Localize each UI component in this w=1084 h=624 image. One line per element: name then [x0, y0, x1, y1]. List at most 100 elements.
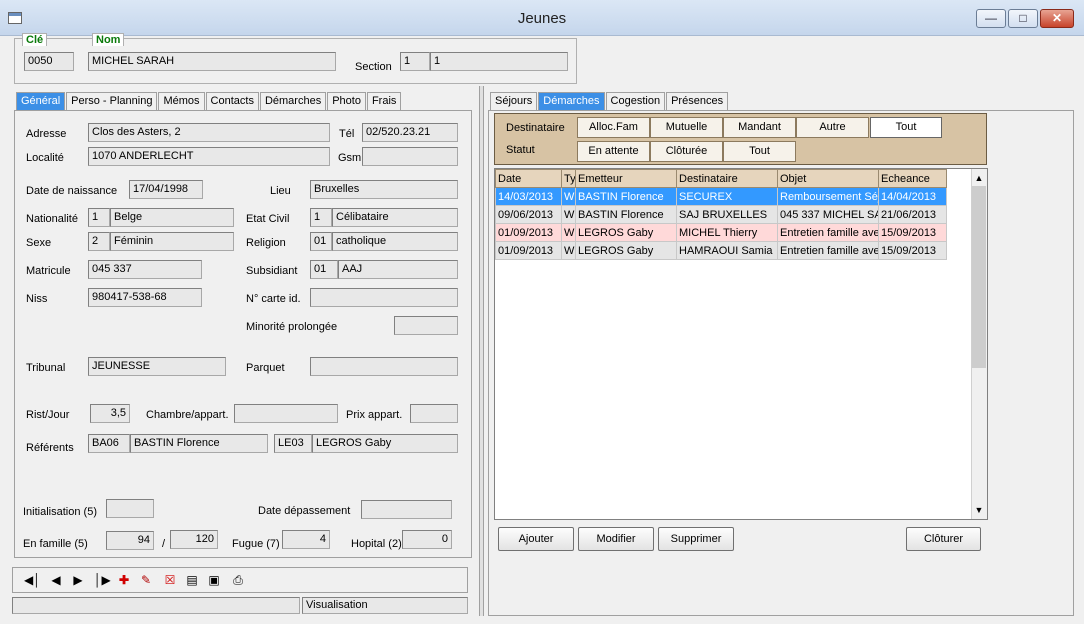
tab-perso-planning[interactable]: Perso - Planning	[66, 92, 158, 110]
famille-days-field[interactable]: 94	[106, 531, 154, 550]
tab-demarches-right[interactable]: Démarches	[538, 92, 605, 110]
delete-button[interactable]: Supprimer	[658, 527, 734, 551]
chambre-field[interactable]	[234, 404, 338, 423]
status-mode: Visualisation	[302, 597, 468, 614]
tab-contacts[interactable]: Contacts	[205, 92, 259, 110]
prix-field[interactable]	[410, 404, 458, 423]
minimize-button[interactable]: —	[976, 9, 1006, 28]
sexe-field[interactable]: Féminin	[110, 232, 234, 251]
column-header-type[interactable]: Ty	[561, 169, 576, 188]
delete-record-icon[interactable]: ☒	[162, 572, 178, 588]
depassement-label: Date dépassement	[258, 505, 351, 517]
localite-field[interactable]: 1070 ANDERLECHT	[88, 147, 330, 166]
scrollbar-thumb[interactable]	[972, 186, 986, 368]
previous-record-icon[interactable]: ◀	[48, 572, 64, 588]
subsidiant-field[interactable]: AAJ	[338, 260, 458, 279]
section-field[interactable]: 1	[430, 52, 568, 71]
referent1-name-field[interactable]: BASTIN Florence	[130, 434, 268, 453]
adresse-field[interactable]: Clos des Asters, 2	[88, 123, 330, 142]
nom-field[interactable]: MICHEL SARAH	[88, 52, 336, 71]
column-header-objet[interactable]: Objet	[777, 169, 879, 188]
last-record-icon[interactable]: │▶	[94, 572, 111, 588]
init-field[interactable]	[106, 499, 154, 518]
subsidiant-code-field[interactable]: 01	[310, 260, 338, 279]
tel-field[interactable]: 02/520.23.21	[362, 123, 458, 142]
religion-code-field[interactable]: 01	[310, 232, 332, 251]
search-icon[interactable]: ▣	[206, 572, 222, 588]
next-record-icon[interactable]: ▶	[70, 572, 86, 588]
column-header-echeance[interactable]: Echeance	[878, 169, 947, 188]
minorite-field[interactable]	[394, 316, 458, 335]
filter-alloc-fam-button[interactable]: Alloc.Fam	[577, 117, 650, 138]
scroll-up-icon[interactable]: ▲	[971, 170, 987, 186]
nationalite-field[interactable]: Belge	[110, 208, 234, 227]
gsm-field[interactable]	[362, 147, 458, 166]
edit-button[interactable]: Modifier	[578, 527, 654, 551]
filter-mutuelle-button[interactable]: Mutuelle	[650, 117, 723, 138]
filter-cloturee-button[interactable]: Clôturée	[650, 141, 723, 162]
tab-demarches[interactable]: Démarches	[259, 92, 327, 110]
table-row[interactable]: 09/06/2013 W BASTIN Florence SAJ BRUXELL…	[495, 205, 947, 224]
cell-type: W	[561, 241, 576, 260]
naissance-field[interactable]: 17/04/1998	[129, 180, 203, 199]
famille-total-field[interactable]: 120	[170, 530, 218, 549]
cell-type: W	[561, 205, 576, 224]
section-code-field[interactable]: 1	[400, 52, 430, 71]
tab-sejours[interactable]: Séjours	[490, 92, 538, 110]
referent2-code-field[interactable]: LE03	[274, 434, 312, 453]
fugue-field[interactable]: 4	[282, 530, 330, 549]
list-view-icon[interactable]: ▤	[184, 572, 200, 588]
destinataire-label: Destinataire	[506, 122, 565, 134]
religion-label: Religion	[246, 237, 286, 249]
tribunal-field[interactable]: JEUNESSE	[88, 357, 226, 376]
tab-cogestion[interactable]: Cogestion	[605, 92, 666, 110]
filter-en-attente-button[interactable]: En attente	[577, 141, 650, 162]
column-header-emetteur[interactable]: Emetteur	[575, 169, 677, 188]
depassement-field[interactable]	[361, 500, 452, 519]
matricule-field[interactable]: 045 337	[88, 260, 202, 279]
filter-destinataire-tout-button[interactable]: Tout	[870, 117, 942, 138]
column-header-date[interactable]: Date	[495, 169, 562, 188]
add-record-icon[interactable]: ✚	[116, 572, 132, 588]
sexe-label: Sexe	[26, 237, 52, 249]
lieu-field[interactable]: Bruxelles	[310, 180, 458, 199]
filter-mandant-button[interactable]: Mandant	[723, 117, 796, 138]
demarches-table: Date Ty Emetteur Destinataire Objet Eche…	[495, 169, 947, 260]
niss-field[interactable]: 980417-538-68	[88, 288, 202, 307]
hopital-field[interactable]: 0	[402, 530, 452, 549]
referent1-code-field[interactable]: BA06	[88, 434, 130, 453]
sexe-code-field[interactable]: 2	[88, 232, 110, 251]
add-button[interactable]: Ajouter	[498, 527, 574, 551]
tab-presences[interactable]: Présences	[666, 92, 729, 110]
maximize-button[interactable]: □	[1008, 9, 1038, 28]
parquet-field[interactable]	[310, 357, 458, 376]
splitter[interactable]	[479, 86, 484, 616]
close-button[interactable]: ✕	[1040, 9, 1074, 28]
table-row[interactable]: 01/09/2013 W LEGROS Gaby HAMRAOUI Samia …	[495, 241, 947, 260]
cle-field[interactable]: 0050	[24, 52, 74, 71]
left-tabs: Général Perso - Planning Mémos Contacts …	[16, 92, 402, 110]
filter-autre-button[interactable]: Autre	[796, 117, 869, 138]
tab-photo[interactable]: Photo	[327, 92, 366, 110]
print-icon[interactable]: ⎙	[230, 572, 246, 588]
carte-field[interactable]	[310, 288, 458, 307]
referent2-name-field[interactable]: LEGROS Gaby	[312, 434, 458, 453]
religion-field[interactable]: catholique	[332, 232, 458, 251]
scroll-down-icon[interactable]: ▼	[971, 502, 987, 518]
nationalite-code-field[interactable]: 1	[88, 208, 110, 227]
cell-date: 01/09/2013	[495, 241, 562, 260]
tab-frais[interactable]: Frais	[366, 92, 402, 110]
table-row[interactable]: 14/03/2013 W BASTIN Florence SECUREX Rem…	[495, 187, 947, 206]
tab-memos[interactable]: Mémos	[158, 92, 205, 110]
close-demarche-button[interactable]: Clôturer	[906, 527, 981, 551]
rist-field[interactable]: 3,5	[90, 404, 130, 423]
tab-general[interactable]: Général	[16, 92, 66, 110]
table-row[interactable]: 01/09/2013 W LEGROS Gaby MICHEL Thierry …	[495, 223, 947, 242]
etatcivil-code-field[interactable]: 1	[310, 208, 332, 227]
column-header-destinataire[interactable]: Destinataire	[676, 169, 778, 188]
filter-statut-tout-button[interactable]: Tout	[723, 141, 796, 162]
etatcivil-field[interactable]: Célibataire	[332, 208, 458, 227]
first-record-icon[interactable]: ◀│	[24, 572, 41, 588]
edit-record-icon[interactable]: ✎	[138, 572, 154, 588]
cell-date: 09/06/2013	[495, 205, 562, 224]
